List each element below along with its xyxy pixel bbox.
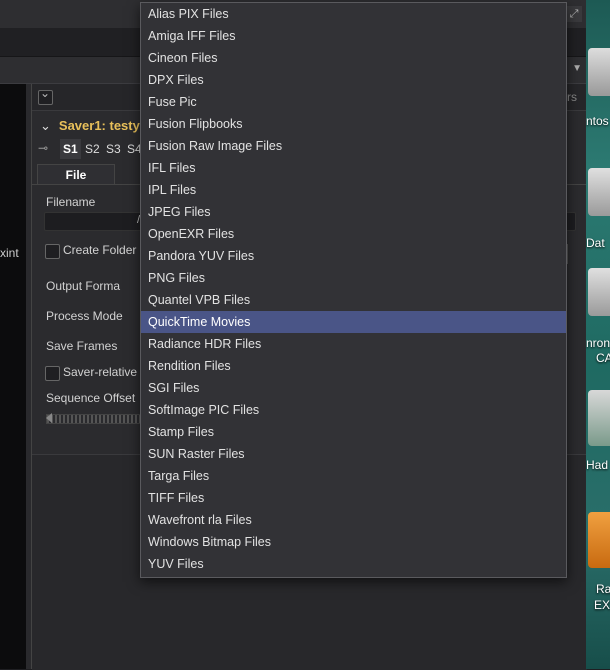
slot-s3[interactable]: S3: [103, 139, 124, 159]
menu-item-targa[interactable]: Targa Files: [141, 465, 566, 487]
tab-file[interactable]: File: [37, 164, 115, 185]
tool-name: Saver1: testy: [58, 118, 140, 133]
menu-item-alias-pix[interactable]: Alias PIX Files: [141, 3, 566, 25]
output-format-dropdown-menu: Alias PIX Files Amiga IFF Files Cineon F…: [140, 2, 567, 578]
chevron-down-icon[interactable]: ▼: [572, 63, 582, 74]
desktop-drive-5-label: Ra: [596, 582, 610, 596]
saver-relative-label: Saver-relative: [63, 365, 138, 379]
slot-s1[interactable]: S1: [60, 139, 81, 159]
menu-item-fuse-pic[interactable]: Fuse Pic: [141, 91, 566, 113]
process-mode-label: Process Mode: [46, 309, 123, 323]
external-drive-icon: [588, 512, 610, 568]
hard-drive-icon: [588, 168, 610, 216]
desktop-background: ntos Dat nron CA Had Ra EX: [586, 0, 610, 669]
sequence-offset-slider[interactable]: [46, 413, 142, 424]
menu-item-quantel-vpb[interactable]: Quantel VPB Files: [141, 289, 566, 311]
desktop-drive-1-label: ntos: [586, 114, 609, 128]
pin-icon[interactable]: ⊸: [38, 141, 48, 155]
menu-item-png[interactable]: PNG Files: [141, 267, 566, 289]
menu-item-openexr[interactable]: OpenEXR Files: [141, 223, 566, 245]
menu-item-softimage-pic[interactable]: SoftImage PIC Files: [141, 399, 566, 421]
tool-title[interactable]: ⌄ Saver1: testy: [40, 118, 140, 134]
menu-item-pandora-yuv[interactable]: Pandora YUV Files: [141, 245, 566, 267]
menu-item-amiga-iff[interactable]: Amiga IFF Files: [141, 25, 566, 47]
time-machine-drive-icon: [588, 390, 610, 446]
create-folder-label: Create Folder: [63, 243, 137, 257]
menu-item-tiff[interactable]: TIFF Files: [141, 487, 566, 509]
menu-item-stamp[interactable]: Stamp Files: [141, 421, 566, 443]
expand-icon[interactable]: ⤢: [566, 6, 582, 22]
desktop-drive-4-label: Had: [586, 458, 609, 472]
desktop-drive-5-label-2: EX: [594, 598, 610, 612]
collapse-toggle[interactable]: [38, 86, 53, 105]
desktop-drive-3-label-2: CA: [596, 351, 610, 365]
panel-divider[interactable]: [26, 84, 30, 669]
menu-item-sun-raster[interactable]: SUN Raster Files: [141, 443, 566, 465]
inspector-header-label: rs: [567, 90, 577, 104]
output-format-label: Output Forma: [46, 279, 121, 293]
menu-item-fusion-flipbooks[interactable]: Fusion Flipbooks: [141, 113, 566, 135]
desktop-drive-2-label: Dat: [586, 236, 605, 250]
menu-item-windows-bitmap[interactable]: Windows Bitmap Files: [141, 531, 566, 553]
viewer-clipped-text: xint: [0, 246, 19, 260]
menu-item-rendition[interactable]: Rendition Files: [141, 355, 566, 377]
desktop-drive-3-label: nron: [586, 336, 610, 350]
saver-relative-checkbox[interactable]: [45, 366, 60, 381]
viewer-panel[interactable]: xint: [0, 84, 27, 669]
menu-item-sgi[interactable]: SGI Files: [141, 377, 566, 399]
slot-s2[interactable]: S2: [82, 139, 103, 159]
menu-item-yuv[interactable]: YUV Files: [141, 553, 566, 575]
menu-item-fusion-raw[interactable]: Fusion Raw Image Files: [141, 135, 566, 157]
slider-left-arrow-icon[interactable]: [46, 413, 52, 423]
menu-item-cineon[interactable]: Cineon Files: [141, 47, 566, 69]
expand-arrow-icon[interactable]: ⌄: [40, 118, 51, 133]
sequence-offset-label: Sequence Offset: [46, 391, 136, 405]
menu-item-ifl[interactable]: IFL Files: [141, 157, 566, 179]
filename-label: Filename: [46, 195, 96, 209]
hard-drive-icon: [588, 48, 610, 96]
save-frames-label: Save Frames: [46, 339, 118, 353]
hard-drive-icon: [588, 268, 610, 316]
create-folder-checkbox[interactable]: [45, 244, 60, 259]
menu-item-radiance-hdr[interactable]: Radiance HDR Files: [141, 333, 566, 355]
menu-item-quicktime-movies[interactable]: QuickTime Movies: [141, 311, 566, 333]
menu-item-ipl[interactable]: IPL Files: [141, 179, 566, 201]
menu-item-dpx[interactable]: DPX Files: [141, 69, 566, 91]
menu-item-jpeg[interactable]: JPEG Files: [141, 201, 566, 223]
menu-item-wavefront-rla[interactable]: Wavefront rla Files: [141, 509, 566, 531]
